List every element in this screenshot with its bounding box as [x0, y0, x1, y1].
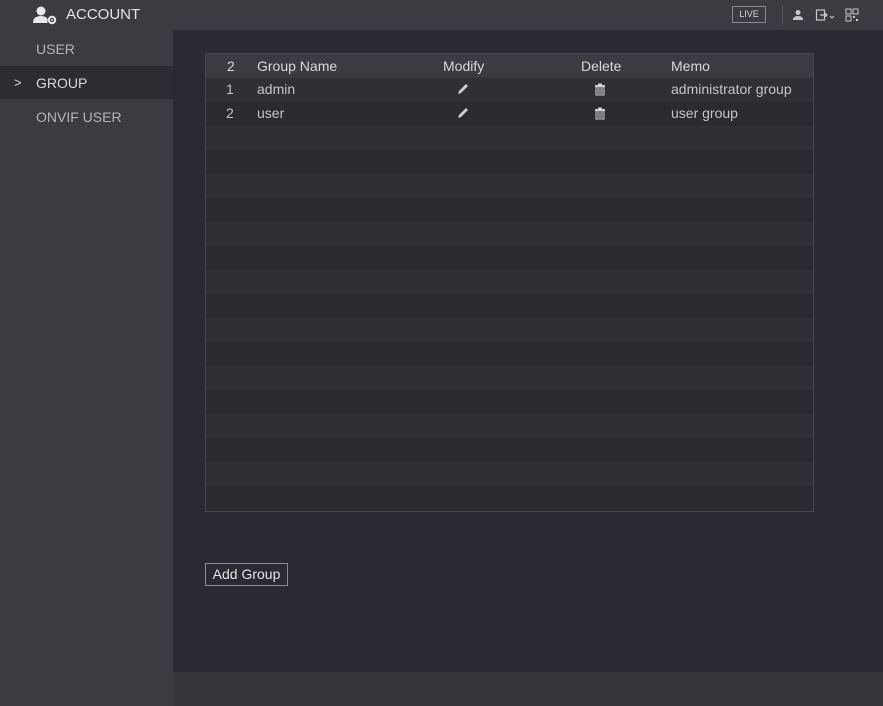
account-settings-icon	[33, 6, 57, 25]
empty-row	[206, 342, 813, 366]
empty-row	[206, 126, 813, 150]
logout-icon[interactable]	[815, 8, 835, 22]
column-header-delete: Delete	[581, 58, 622, 74]
live-button[interactable]: LIVE	[732, 6, 766, 23]
sidebar-item-onvif-user[interactable]: ONVIF USER	[0, 100, 173, 133]
group-memo: administrator group	[671, 81, 792, 97]
empty-row	[206, 222, 813, 246]
trash-icon[interactable]	[594, 83, 606, 96]
group-name: user	[257, 105, 285, 121]
empty-row	[206, 150, 813, 174]
sidebar-item-user[interactable]: USER	[0, 32, 173, 65]
sidebar: USER > GROUP ONVIF USER	[0, 30, 173, 706]
empty-row	[206, 486, 813, 511]
toolbar-divider	[782, 5, 783, 25]
sidebar-item-label: GROUP	[36, 75, 88, 91]
pencil-icon[interactable]	[456, 106, 470, 120]
column-header-modify: Modify	[443, 58, 485, 74]
empty-row	[206, 246, 813, 270]
table-row[interactable]: 1 admin administrator group	[206, 78, 813, 102]
group-name: admin	[257, 81, 296, 97]
empty-row	[206, 174, 813, 198]
top-bar: ACCOUNT LIVE	[0, 0, 883, 30]
pencil-icon[interactable]	[456, 82, 470, 96]
add-group-button[interactable]: Add Group	[205, 563, 288, 586]
empty-row	[206, 270, 813, 294]
group-memo: user group	[671, 105, 738, 121]
group-table: 2 Group Name Modify Delete Memo 1 admin …	[205, 53, 814, 512]
table-header: 2 Group Name Modify Delete Memo	[206, 54, 813, 78]
empty-row	[206, 318, 813, 342]
sidebar-item-group[interactable]: > GROUP	[0, 66, 173, 99]
empty-row	[206, 390, 813, 414]
column-header-memo: Memo	[671, 58, 710, 74]
table-row[interactable]: 2 user user group	[206, 102, 813, 126]
empty-row	[206, 366, 813, 390]
page-title: ACCOUNT	[66, 6, 141, 23]
column-header-count: 2	[227, 58, 235, 74]
row-index: 1	[226, 81, 234, 97]
user-icon[interactable]	[791, 8, 805, 22]
chevron-right-icon: >	[14, 75, 22, 90]
sidebar-item-label: USER	[36, 41, 75, 57]
empty-row	[206, 198, 813, 222]
empty-row	[206, 462, 813, 486]
row-index: 2	[226, 105, 234, 121]
column-header-group-name: Group Name	[257, 58, 338, 74]
bottom-bar	[173, 672, 883, 706]
empty-row	[206, 294, 813, 318]
empty-row	[206, 438, 813, 462]
trash-icon[interactable]	[594, 107, 606, 120]
empty-row	[206, 414, 813, 438]
sidebar-item-label: ONVIF USER	[36, 109, 122, 125]
qr-code-icon[interactable]	[845, 8, 859, 22]
